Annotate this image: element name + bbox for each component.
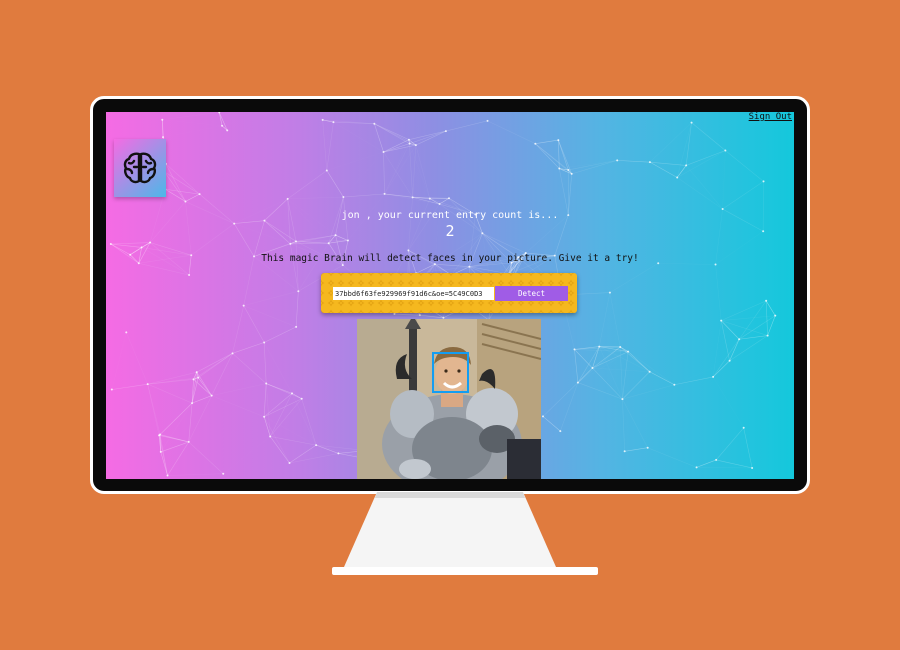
brain-icon (123, 152, 157, 184)
face-image-illustration (357, 319, 541, 479)
logo (114, 139, 166, 197)
image-url-input[interactable] (333, 287, 494, 300)
sign-out-link[interactable]: Sign Out (749, 112, 792, 122)
face-image (357, 319, 541, 479)
face-bounding-box (432, 352, 469, 393)
detect-button[interactable]: Detect (495, 286, 568, 301)
tagline: This magic Brain will detect faces in yo… (261, 253, 639, 264)
entry-count-message: jon , your current entry count is... (341, 210, 559, 221)
app-screen: Sign Out jon , your current entry count … (106, 112, 794, 479)
entry-count-value: 2 (445, 222, 455, 240)
